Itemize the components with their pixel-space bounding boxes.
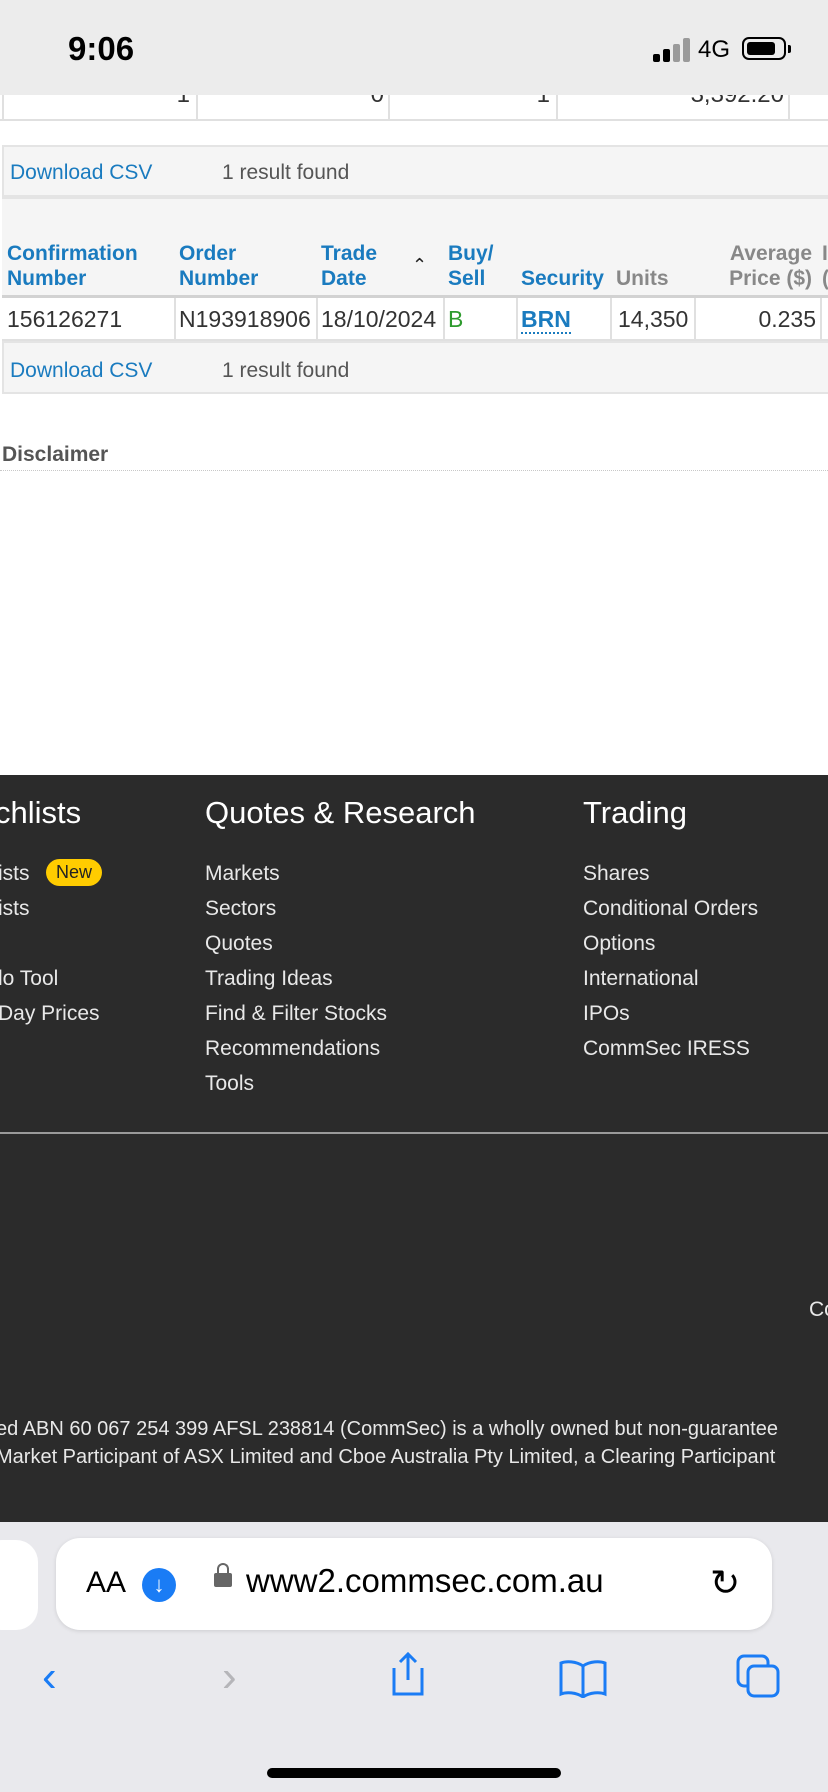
footer-link-shares[interactable]: Shares [583, 862, 650, 886]
result-count: 1 result found [222, 359, 350, 382]
prev-cell: 1 [177, 95, 190, 109]
result-count: 1 result found [222, 161, 350, 184]
footer-link-find-filter[interactable]: Find & Filter Stocks [205, 1002, 387, 1026]
legal-text: ed ABN 60 067 254 399 AFSL 238814 (CommS… [0, 1418, 778, 1440]
header-line: Price ($) [729, 267, 812, 290]
battery-icon [742, 37, 791, 60]
new-badge: New [46, 859, 103, 886]
header-line: Number [179, 267, 259, 290]
footer-divider [0, 1132, 828, 1134]
previous-tab-preview[interactable] [0, 1540, 38, 1630]
result-bar-bottom: Download CSV 1 result found [2, 341, 828, 394]
site-footer: chlists ists New ists lo Tool Day Prices… [0, 775, 828, 1522]
network-type: 4G [698, 36, 731, 63]
bookmarks-icon[interactable] [558, 1658, 608, 1709]
header-line: Confirmation [7, 242, 138, 265]
forward-icon[interactable]: › [222, 1652, 237, 1702]
text-size-button[interactable]: AA [86, 1566, 126, 1600]
table-header: Confirmation Number Order Number Trade D… [2, 197, 828, 298]
reload-icon[interactable]: ↻ [710, 1562, 740, 1604]
col-trade-date[interactable]: Trade Date [321, 241, 377, 291]
footer-link[interactable]: lo Tool [0, 967, 58, 991]
result-bar-top: Download CSV 1 result found [2, 145, 828, 197]
header-line: Sell [448, 267, 486, 290]
units: 14,350 [618, 306, 689, 332]
footer-heading-quotes-research: Quotes & Research [205, 795, 476, 830]
tabs-icon[interactable] [736, 1654, 782, 1709]
buy-sell-indicator: B [448, 306, 464, 332]
home-indicator [267, 1768, 561, 1778]
download-csv-link[interactable]: Download CSV [10, 161, 152, 185]
trade-date: 18/10/2024 [321, 306, 437, 332]
back-icon[interactable]: ‹ [42, 1652, 57, 1702]
confirmation-number: 156126271 [7, 306, 123, 332]
sort-ascending-icon[interactable]: ⌃ [412, 255, 427, 276]
lock-icon [214, 1563, 232, 1587]
col-cut-off: I ( [822, 241, 828, 291]
footer-link-international[interactable]: International [583, 967, 699, 991]
disclaimer-heading[interactable]: Disclaimer [2, 443, 108, 467]
col-buy-sell[interactable]: Buy/ Sell [448, 241, 494, 291]
prev-cell: 1 [537, 95, 550, 109]
header-line: Order [179, 242, 237, 265]
footer-link[interactable]: Day Prices [0, 1002, 100, 1026]
legal-text: Market Participant of ASX Limited and Cb… [0, 1446, 776, 1468]
prev-cell: 3,392.20 [691, 95, 784, 109]
footer-link-tools[interactable]: Tools [205, 1072, 254, 1096]
col-units: Units [616, 267, 669, 290]
footer-link-quotes[interactable]: Quotes [205, 932, 273, 956]
footer-link-markets[interactable]: Markets [205, 862, 280, 886]
download-csv-link[interactable]: Download CSV [10, 359, 152, 383]
header-line: Date [321, 267, 367, 290]
header-line: Trade [321, 242, 378, 265]
security-link[interactable]: BRN [521, 306, 571, 334]
address-bar[interactable]: AA ↓ www2.commsec.com.au ↻ [56, 1538, 772, 1630]
col-security[interactable]: Security [521, 266, 604, 291]
footer-link-conditional-orders[interactable]: Conditional Orders [583, 897, 758, 921]
footer-link-commsec-iress[interactable]: CommSec IRESS [583, 1037, 750, 1061]
col-confirmation-number[interactable]: Confirmation Number [7, 241, 138, 291]
order-number: N193918906 [179, 306, 311, 332]
footer-link-sectors[interactable]: Sectors [205, 897, 276, 921]
cellular-signal-icon [653, 38, 691, 62]
footer-cut-text: Co [809, 1298, 828, 1321]
footer-heading-trading: Trading [583, 795, 687, 830]
table-row: 156126271 N193918906 18/10/2024 B BRN 14… [2, 298, 828, 341]
prev-cell: 0 [371, 95, 384, 109]
header-line: Buy/ [448, 242, 494, 265]
divider [0, 470, 828, 471]
previous-table-row: 1 0 1 3,392.20 [0, 95, 828, 121]
status-bar: 9:06 4G [0, 0, 828, 95]
footer-heading-watchlists: chlists [0, 795, 82, 830]
url-text[interactable]: www2.commsec.com.au [246, 1562, 604, 1600]
footer-link-ipos[interactable]: IPOs [583, 1002, 630, 1026]
footer-link[interactable]: ists [0, 862, 30, 886]
footer-link-recommendations[interactable]: Recommendations [205, 1037, 380, 1061]
header-line: ( [822, 266, 828, 291]
clock: 9:06 [68, 30, 135, 67]
footer-link[interactable]: ists [0, 897, 30, 921]
footer-link-options[interactable]: Options [583, 932, 655, 956]
col-order-number[interactable]: Order Number [179, 241, 258, 291]
header-line: I [822, 242, 828, 265]
footer-link-trading-ideas[interactable]: Trading Ideas [205, 967, 333, 991]
download-icon[interactable]: ↓ [142, 1568, 176, 1602]
header-line: Number [7, 267, 87, 290]
average-price: 0.235 [758, 306, 816, 332]
share-icon[interactable] [386, 1650, 430, 1709]
header-line: Average [729, 242, 812, 265]
browser-toolbar: AA ↓ www2.commsec.com.au ↻ ‹ › [0, 1522, 828, 1792]
